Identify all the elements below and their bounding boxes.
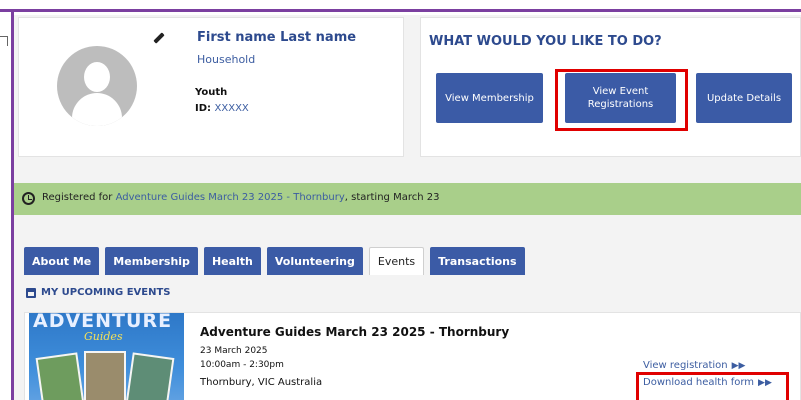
window-frame-top	[0, 0, 801, 12]
banner-prefix: Registered for	[42, 192, 113, 203]
event-image-subtitle: Guides	[84, 330, 123, 343]
event-location: Thornbury, VIC Australia	[200, 377, 323, 388]
profile-id: ID: XXXXX	[195, 103, 249, 114]
tab-about-me[interactable]: About Me	[24, 247, 100, 275]
tab-volunteering[interactable]: Volunteering	[266, 247, 363, 275]
event-photo	[84, 351, 126, 400]
registration-banner: Registered for Adventure Guides March 23…	[14, 183, 801, 215]
event-date: 23 March 2025	[200, 346, 268, 356]
upcoming-events-heading: MY UPCOMING EVENTS	[26, 287, 171, 298]
event-time: 10:00am - 2:30pm	[200, 360, 284, 370]
profile-type: Youth	[195, 87, 228, 98]
tab-events[interactable]: Events	[368, 247, 425, 275]
view-registration-link[interactable]: View registration ▶▶	[643, 360, 745, 371]
action-title: WHAT WOULD YOU LIKE TO DO?	[429, 34, 662, 49]
upcoming-events-label: MY UPCOMING EVENTS	[41, 287, 171, 298]
view-membership-button[interactable]: View Membership	[436, 73, 543, 123]
calendar-icon	[26, 287, 36, 298]
window-frame-left	[0, 12, 14, 400]
tab-membership[interactable]: Membership	[105, 247, 198, 275]
banner-event-link[interactable]: Adventure Guides March 23 2025 - Thornbu…	[116, 192, 345, 203]
dashboard: First name Last name Household Youth ID:…	[14, 15, 801, 400]
profile-id-label: ID:	[195, 103, 212, 114]
update-details-button[interactable]: Update Details	[696, 73, 792, 123]
avatar-body	[72, 93, 122, 126]
tab-bar: About Me Membership Health Volunteering …	[24, 247, 525, 275]
alarm-clock-icon	[22, 192, 35, 205]
profile-id-value: XXXXX	[214, 103, 249, 114]
avatar	[57, 46, 137, 126]
avatar-head	[84, 62, 110, 92]
event-image[interactable]: ADVENTURE Guides	[29, 313, 184, 400]
banner-text: Registered for Adventure Guides March 23…	[42, 192, 439, 203]
profile-card: First name Last name Household Youth ID:…	[18, 17, 404, 157]
tab-health[interactable]: Health	[203, 247, 261, 275]
corner-mark	[0, 36, 8, 46]
highlight-box-event-registrations	[555, 69, 688, 131]
event-title: Adventure Guides March 23 2025 - Thornbu…	[200, 325, 510, 339]
pencil-icon[interactable]	[153, 32, 165, 44]
double-chevron-right-icon: ▶▶	[731, 361, 746, 371]
view-registration-label: View registration	[643, 360, 728, 371]
action-card: WHAT WOULD YOU LIKE TO DO? View Membersh…	[420, 17, 801, 157]
banner-suffix: , starting March 23	[344, 192, 440, 203]
highlight-box-download-health-form	[636, 372, 789, 400]
tab-transactions[interactable]: Transactions	[430, 247, 525, 275]
profile-name: First name Last name	[197, 30, 357, 45]
event-photo	[125, 352, 175, 400]
event-card: ADVENTURE Guides Adventure Guides March …	[24, 312, 801, 400]
event-photo	[35, 352, 85, 400]
profile-household: Household	[197, 53, 256, 66]
